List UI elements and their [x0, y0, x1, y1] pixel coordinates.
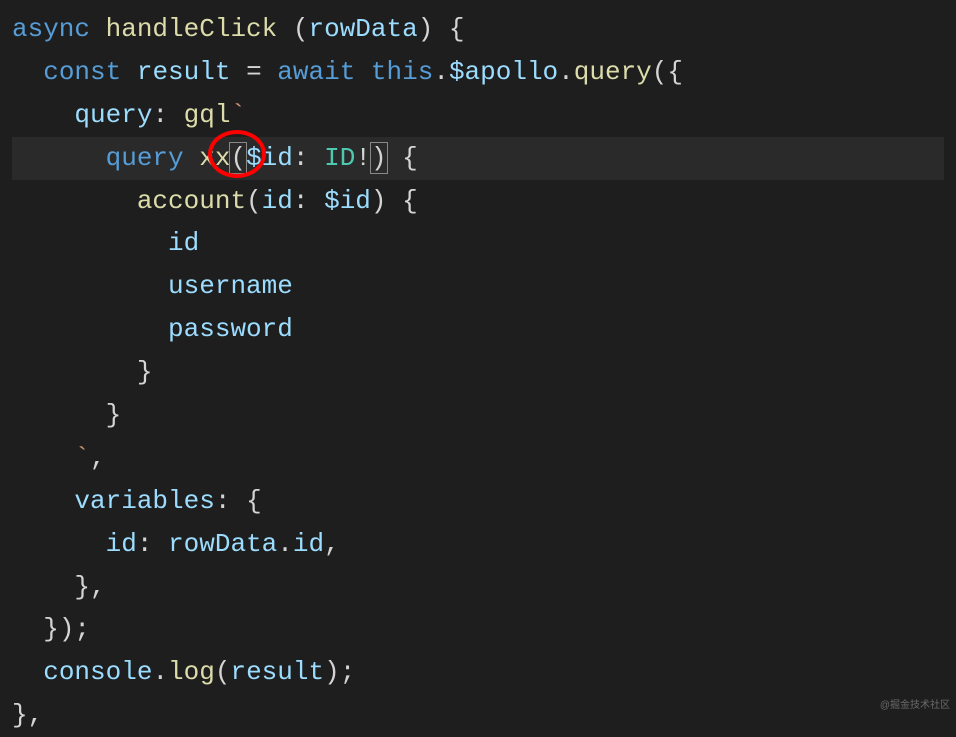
code-token: , — [324, 529, 340, 559]
code-token: : — [137, 529, 168, 559]
code-line[interactable]: password — [12, 308, 944, 351]
code-token: } — [137, 357, 153, 387]
code-token: }, — [12, 700, 43, 730]
code-token: password — [168, 314, 293, 344]
code-token: ( — [246, 186, 262, 216]
indent — [12, 314, 168, 344]
code-line[interactable]: username — [12, 265, 944, 308]
indent — [12, 657, 43, 687]
indent — [12, 143, 106, 173]
code-token: . — [152, 657, 168, 687]
code-token: result — [230, 657, 324, 687]
code-token: }); — [43, 614, 90, 644]
indent — [12, 486, 74, 516]
code-token: username — [168, 271, 293, 301]
code-token: : { — [215, 486, 262, 516]
indent — [12, 100, 74, 130]
code-token: ); — [324, 657, 355, 687]
indent — [12, 572, 74, 602]
code-token: variables — [74, 486, 214, 516]
code-token: result — [137, 57, 231, 87]
code-token: account — [137, 186, 246, 216]
indent — [12, 57, 43, 87]
code-token: . — [433, 57, 449, 87]
code-token: , — [90, 443, 106, 473]
code-token: ( — [277, 14, 308, 44]
code-line[interactable]: query xx($id: ID!) { — [12, 137, 944, 180]
code-line[interactable]: query: gql` — [12, 94, 944, 137]
code-token: . — [558, 57, 574, 87]
code-line[interactable]: } — [12, 394, 944, 437]
indent — [12, 400, 106, 430]
code-line[interactable]: } — [12, 351, 944, 394]
code-token: query — [106, 143, 184, 173]
code-token: : — [293, 143, 324, 173]
indent — [12, 529, 106, 559]
code-token: log — [168, 657, 215, 687]
code-token — [90, 14, 106, 44]
indent — [12, 186, 137, 216]
code-token: ! — [355, 143, 371, 173]
code-token: ( — [215, 657, 231, 687]
code-token: . — [277, 529, 293, 559]
code-token: query — [574, 57, 652, 87]
code-token: rowData — [168, 529, 277, 559]
code-token: id — [106, 529, 137, 559]
code-token: ({ — [652, 57, 683, 87]
code-token: ID — [324, 143, 355, 173]
code-token: ( — [229, 142, 247, 174]
code-token: id — [168, 228, 199, 258]
indent — [12, 357, 137, 387]
code-token: ) — [370, 142, 388, 174]
code-token — [121, 57, 137, 87]
code-token: $id — [246, 143, 293, 173]
code-token: : — [152, 100, 183, 130]
code-token: id — [262, 186, 293, 216]
code-token: id — [293, 529, 324, 559]
indent — [12, 271, 168, 301]
code-line[interactable]: `, — [12, 437, 944, 480]
code-editor[interactable]: async handleClick (rowData) { const resu… — [12, 8, 944, 737]
code-line[interactable]: const result = await this.$apollo.query(… — [12, 51, 944, 94]
code-token: ` — [230, 100, 246, 130]
code-token: query — [74, 100, 152, 130]
code-token: $id — [324, 186, 371, 216]
code-line[interactable]: }); — [12, 608, 944, 651]
code-line[interactable]: async handleClick (rowData) { — [12, 8, 944, 51]
code-token: gql — [184, 100, 231, 130]
code-line[interactable]: }, — [12, 566, 944, 609]
code-token: async — [12, 14, 90, 44]
indent — [12, 614, 43, 644]
code-token: this — [371, 57, 433, 87]
code-token: $apollo — [449, 57, 558, 87]
code-line[interactable]: account(id: $id) { — [12, 180, 944, 223]
code-token: ` — [74, 443, 90, 473]
code-token: : — [293, 186, 324, 216]
indent — [12, 443, 74, 473]
code-token: rowData — [308, 14, 417, 44]
code-token: await — [277, 57, 355, 87]
code-line[interactable]: variables: { — [12, 480, 944, 523]
code-token: const — [43, 57, 121, 87]
code-token: = — [230, 57, 277, 87]
code-token — [184, 143, 200, 173]
code-token: handleClick — [106, 14, 278, 44]
code-line[interactable]: id: rowData.id, — [12, 523, 944, 566]
code-token — [355, 57, 371, 87]
code-token: { — [387, 143, 418, 173]
watermark-text: @掘金技术社区 — [880, 698, 950, 715]
indent — [12, 228, 168, 258]
code-line[interactable]: console.log(result); — [12, 651, 944, 694]
code-token: console — [43, 657, 152, 687]
code-token: xx — [199, 143, 230, 173]
code-line[interactable]: id — [12, 222, 944, 265]
code-token: ) { — [371, 186, 418, 216]
code-token: ) { — [418, 14, 465, 44]
code-token: }, — [74, 572, 105, 602]
code-token: } — [106, 400, 122, 430]
